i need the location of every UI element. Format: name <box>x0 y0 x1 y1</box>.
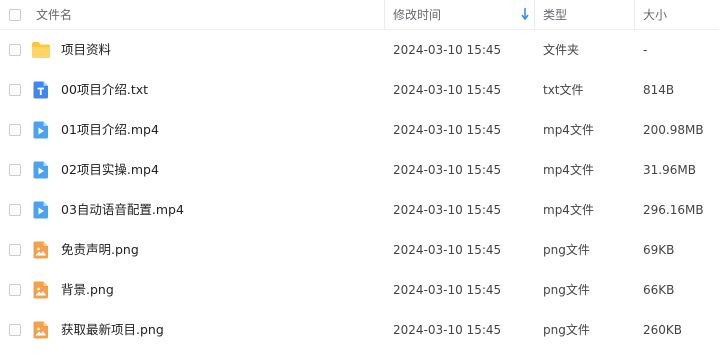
file-type: 文件夹 <box>543 43 580 57</box>
table-row[interactable]: 获取最新项目.png 2024-03-10 15:45 png文件 260KB <box>0 310 719 350</box>
file-list: 文件名 修改时间 类型 大小 项目资料 2024-03-10 15:45 文件夹… <box>0 0 719 356</box>
sort-descending-icon[interactable] <box>521 7 529 21</box>
table-row[interactable]: 01项目介绍.mp4 2024-03-10 15:45 mp4文件 200.98… <box>0 110 719 150</box>
table-header: 文件名 修改时间 类型 大小 <box>0 0 719 30</box>
video-file-icon <box>33 201 48 219</box>
file-type: png文件 <box>543 323 590 337</box>
table-row[interactable]: 免责声明.png 2024-03-10 15:45 png文件 69KB <box>0 230 719 270</box>
table-row[interactable]: 02项目实操.mp4 2024-03-10 15:45 mp4文件 31.96M… <box>0 150 719 190</box>
column-divider[interactable] <box>634 0 635 30</box>
row-checkbox[interactable] <box>9 44 21 56</box>
file-type: mp4文件 <box>543 163 594 177</box>
text-file-icon <box>33 81 48 99</box>
modified-time: 2024-03-10 15:45 <box>393 203 502 217</box>
column-divider[interactable] <box>384 0 385 30</box>
file-type: txt文件 <box>543 83 584 97</box>
modified-time: 2024-03-10 15:45 <box>393 123 502 137</box>
file-name[interactable]: 03自动语音配置.mp4 <box>61 190 184 230</box>
row-checkbox[interactable] <box>9 284 21 296</box>
image-file-icon <box>33 281 48 299</box>
column-header-size[interactable]: 大小 <box>643 0 667 30</box>
image-file-icon <box>33 241 48 259</box>
video-file-icon <box>33 161 48 179</box>
file-size: 200.98MB <box>643 123 704 137</box>
modified-time: 2024-03-10 15:45 <box>393 83 502 97</box>
file-type: mp4文件 <box>543 203 594 217</box>
row-checkbox[interactable] <box>9 244 21 256</box>
table-row[interactable]: 项目资料 2024-03-10 15:45 文件夹 - <box>0 30 719 70</box>
image-file-icon <box>33 321 48 339</box>
file-name[interactable]: 项目资料 <box>61 30 111 70</box>
file-type: mp4文件 <box>543 123 594 137</box>
row-checkbox[interactable] <box>9 84 21 96</box>
file-size: 814B <box>643 83 675 97</box>
file-size: 296.16MB <box>643 203 704 217</box>
modified-time: 2024-03-10 15:45 <box>393 243 502 257</box>
file-name[interactable]: 01项目介绍.mp4 <box>61 110 159 150</box>
video-file-icon <box>33 121 48 139</box>
file-name[interactable]: 00项目介绍.txt <box>61 70 148 110</box>
modified-time: 2024-03-10 15:45 <box>393 43 502 57</box>
modified-time: 2024-03-10 15:45 <box>393 163 502 177</box>
file-name[interactable]: 获取最新项目.png <box>61 310 164 350</box>
column-header-modified[interactable]: 修改时间 <box>393 0 441 30</box>
table-row[interactable]: 00项目介绍.txt 2024-03-10 15:45 txt文件 814B <box>0 70 719 110</box>
row-checkbox[interactable] <box>9 164 21 176</box>
file-name[interactable]: 免责声明.png <box>61 230 139 270</box>
file-name[interactable]: 02项目实操.mp4 <box>61 150 159 190</box>
file-type: png文件 <box>543 243 590 257</box>
select-all-checkbox[interactable] <box>9 9 21 21</box>
file-type: png文件 <box>543 283 590 297</box>
modified-time: 2024-03-10 15:45 <box>393 323 502 337</box>
file-size: 260KB <box>643 323 683 337</box>
row-checkbox[interactable] <box>9 124 21 136</box>
column-header-type[interactable]: 类型 <box>543 0 567 30</box>
column-header-name[interactable]: 文件名 <box>36 0 72 30</box>
table-row[interactable]: 背景.png 2024-03-10 15:45 png文件 66KB <box>0 270 719 310</box>
row-checkbox[interactable] <box>9 204 21 216</box>
file-size: 69KB <box>643 243 675 257</box>
file-name[interactable]: 背景.png <box>61 270 114 310</box>
row-checkbox[interactable] <box>9 324 21 336</box>
file-size: - <box>643 43 648 57</box>
table-row[interactable]: 03自动语音配置.mp4 2024-03-10 15:45 mp4文件 296.… <box>0 190 719 230</box>
file-size: 66KB <box>643 283 675 297</box>
modified-time: 2024-03-10 15:45 <box>393 283 502 297</box>
file-size: 31.96MB <box>643 163 696 177</box>
folder-icon <box>32 42 50 58</box>
column-divider[interactable] <box>534 0 535 30</box>
